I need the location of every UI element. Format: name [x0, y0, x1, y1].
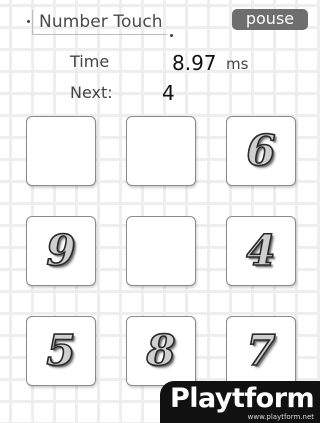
tile-digit: 9: [46, 226, 77, 275]
number-tile[interactable]: 8: [126, 316, 196, 386]
logo-url: www.playtform.net: [247, 413, 314, 421]
playtform-logo: Playtform www.playtform.net: [160, 381, 320, 423]
game-title: Number Touch: [27, 10, 173, 37]
time-unit: ms: [226, 55, 249, 73]
number-tile[interactable]: 6: [226, 116, 296, 186]
number-tile[interactable]: 4: [226, 216, 296, 286]
number-tile[interactable]: 5: [26, 316, 96, 386]
tile-digit: 7: [246, 326, 277, 375]
next-label: Next:: [70, 83, 113, 102]
game-title-text: Number Touch: [39, 12, 163, 32]
number-tile[interactable]: 9: [26, 216, 96, 286]
time-label: Time: [70, 52, 110, 71]
tile-digit: 4: [246, 226, 277, 275]
next-value: 4: [162, 81, 175, 105]
number-tile[interactable]: 7: [226, 316, 296, 386]
number-tile[interactable]: [26, 116, 96, 186]
logo-text: Playtform: [170, 383, 315, 414]
number-tile[interactable]: [126, 216, 196, 286]
number-tile[interactable]: [126, 116, 196, 186]
title-dot-left: [27, 20, 30, 23]
time-value: 8.97: [172, 51, 217, 75]
title-dot-right: [169, 34, 173, 37]
tile-digit: 8: [146, 326, 177, 375]
tile-digit: 5: [46, 326, 77, 375]
pause-button[interactable]: pouse: [232, 9, 308, 30]
tile-digit: 6: [246, 126, 277, 175]
